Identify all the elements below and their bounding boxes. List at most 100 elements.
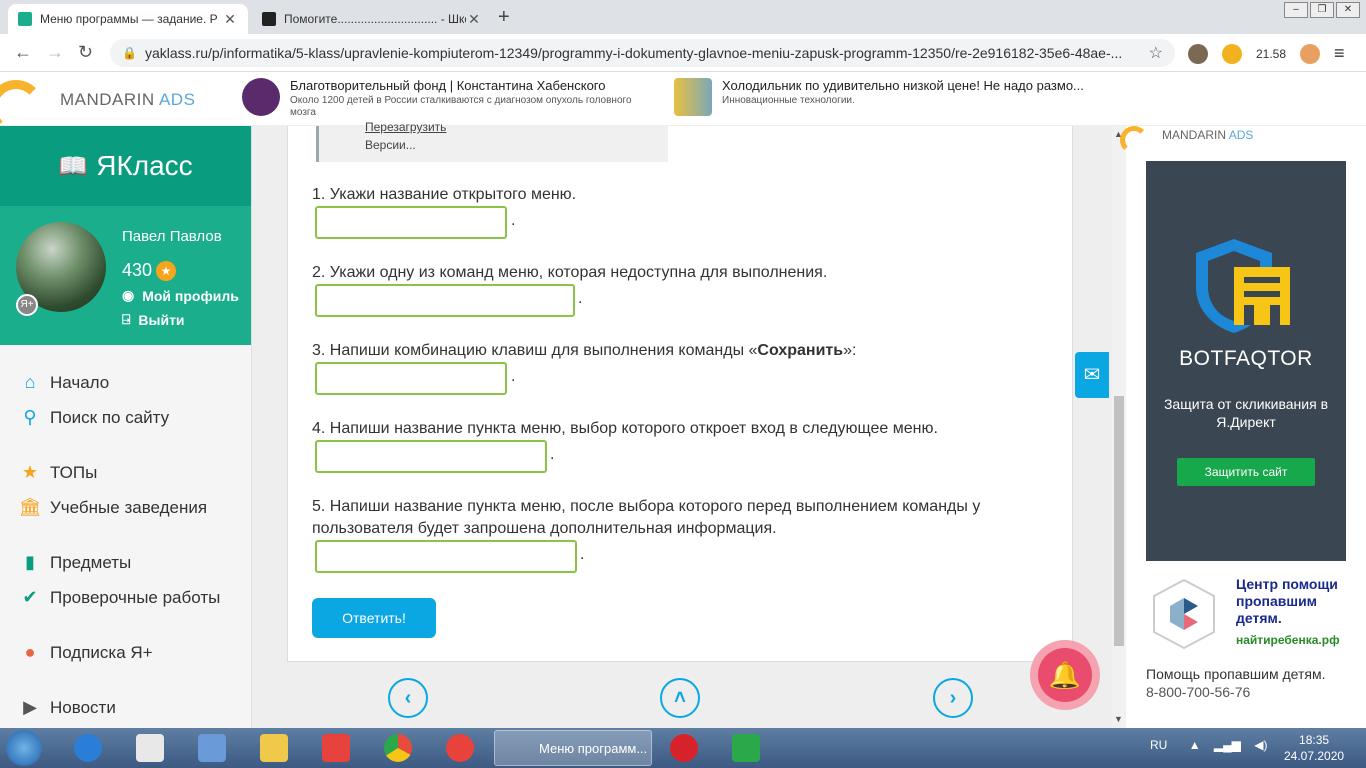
- coin-icon[interactable]: [1222, 43, 1242, 64]
- botfaqtor-subtitle: Защита от скликивания в Я.Директ: [1163, 396, 1329, 430]
- logout-icon: ⍈: [122, 311, 131, 327]
- mandarin-logo-icon: [1120, 126, 1148, 154]
- shield-icon: [1196, 239, 1290, 333]
- answer-input-5[interactable]: [315, 540, 577, 573]
- sidebar-item-home[interactable]: ⌂ Начало: [0, 365, 251, 400]
- answer-input-4[interactable]: [315, 440, 547, 473]
- sidebar-item-label: Подписка Я+: [50, 642, 153, 662]
- word-icon[interactable]: [136, 734, 164, 762]
- address-bar[interactable]: 🔒 yaklass.ru/p/informatika/5-klass/uprav…: [110, 39, 1175, 67]
- maximize-icon[interactable]: ❐: [1310, 2, 1334, 18]
- scrollbar-thumb[interactable]: [1114, 396, 1124, 646]
- start-button[interactable]: [6, 730, 42, 766]
- extension-icon[interactable]: [1188, 43, 1208, 64]
- sidebar-item-search[interactable]: ⚲ Поиск по сайту: [0, 400, 251, 435]
- yaklass-logo[interactable]: 📖 ЯКласс: [0, 126, 251, 206]
- clock-date: 24.07.2020: [1284, 749, 1345, 763]
- system-clock[interactable]: 18:35 24.07.2020: [1284, 732, 1344, 764]
- reload-icon[interactable]: ↻: [78, 42, 93, 63]
- logo-text-accent: ADS: [158, 90, 196, 109]
- question-4: 4. Напиши название пункта меню, выбор ко…: [312, 420, 938, 437]
- window-controls: – ❐ ✕: [1284, 2, 1360, 18]
- protect-site-button[interactable]: Защитить сайт: [1177, 458, 1315, 486]
- browser-toolbar: ← → ↻ 🔒 yaklass.ru/p/informatika/5-klass…: [0, 34, 1366, 72]
- folder-icon[interactable]: [260, 734, 288, 762]
- answer-input-3[interactable]: [315, 362, 507, 395]
- sidebar-item-schools[interactable]: 🏛 Учебные заведения: [0, 490, 251, 525]
- sidebar-item-label: ТОПы: [50, 462, 98, 482]
- ad-khabensky[interactable]: Благотворительный фонд | Константина Хаб…: [242, 78, 652, 119]
- logo-text-accent: ADS: [1228, 128, 1254, 142]
- yandex-icon[interactable]: [446, 734, 474, 762]
- tab-school[interactable]: Помогите.............................. -…: [252, 4, 492, 34]
- context-menu-item: Версии...: [365, 138, 416, 152]
- tab-close-icon[interactable]: ✕: [222, 11, 238, 28]
- user-name: Павел Павлов: [122, 228, 222, 245]
- plus-icon[interactable]: +: [498, 6, 510, 29]
- taskbar-active-window[interactable]: Меню программ...: [494, 730, 652, 766]
- mail-icon[interactable]: ✉: [1075, 352, 1109, 398]
- chrome-icon[interactable]: [384, 734, 412, 762]
- search-icon: ⚲: [23, 407, 37, 427]
- answer-input-2[interactable]: [315, 284, 575, 317]
- period: .: [578, 290, 583, 307]
- answer-input-1[interactable]: [315, 206, 507, 239]
- sidebar-item-subscription[interactable]: ● Подписка Я+: [0, 635, 251, 670]
- video-player-icon[interactable]: [732, 734, 760, 762]
- sidebar-item-news[interactable]: ▶ Новости: [0, 690, 251, 725]
- prev-page-button[interactable]: ‹: [388, 678, 428, 718]
- yandex-browser-icon[interactable]: [322, 734, 350, 762]
- bookmark-star-icon[interactable]: ☆: [1149, 43, 1163, 63]
- close-icon[interactable]: ✕: [1336, 2, 1360, 18]
- back-icon[interactable]: ←: [14, 42, 32, 63]
- next-page-button[interactable]: ›: [933, 678, 973, 718]
- period: .: [580, 546, 585, 563]
- question-3: 3. Напиши комбинацию клавиш для выполнен…: [312, 340, 1052, 362]
- right-ad-column: MANDARIN ADS BOTFAQTOR Защита от скликив…: [1120, 126, 1366, 728]
- ad-image: [674, 78, 712, 116]
- scroll-up-button[interactable]: ˄: [660, 678, 700, 718]
- star-icon: ★: [21, 462, 39, 482]
- opera-icon[interactable]: [670, 734, 698, 762]
- network-icon[interactable]: ▂▄▆: [1214, 738, 1241, 752]
- home-icon: ⌂: [24, 372, 36, 392]
- menu-icon[interactable]: ≡: [1334, 43, 1345, 64]
- sidebar-item-tops[interactable]: ★ ТОПы: [0, 455, 251, 490]
- tab-close-icon[interactable]: ✕: [466, 11, 482, 28]
- ad-title: Благотворительный фонд | Константина Хаб…: [290, 78, 606, 93]
- sidebar-item-tests[interactable]: ✔ Проверочные работы: [0, 580, 251, 615]
- profile-link[interactable]: ◉ Мой профиль: [122, 287, 239, 304]
- ad-fridge[interactable]: Холодильник по удивительно низкой цене! …: [674, 78, 1094, 116]
- sidebar-item-label: Учебные заведения: [50, 497, 208, 517]
- browser-tab-strip: Меню программы — задание. Р ✕ Помогите..…: [0, 0, 1366, 34]
- botfaqtor-ad[interactable]: BOTFAQTOR Защита от скликивания в Я.Дире…: [1146, 161, 1346, 561]
- scroll-down-arrow-icon[interactable]: ▼: [1114, 714, 1123, 724]
- extension-icon[interactable]: [1300, 43, 1321, 64]
- minimize-icon[interactable]: –: [1284, 2, 1308, 18]
- logout-link[interactable]: ⍈ Выйти: [122, 311, 185, 328]
- cpp-title[interactable]: Центр помощи пропавшим детям.: [1236, 576, 1356, 627]
- question-5: 5. Напиши название пункта меню, после вы…: [312, 498, 981, 537]
- url-text: yaklass.ru/p/informatika/5-klass/upravle…: [144, 45, 1123, 61]
- notification-bell-button[interactable]: 🔔: [1030, 640, 1100, 710]
- cpp-link[interactable]: найтиребенка.рф: [1236, 633, 1340, 647]
- context-menu-image: Перезагрузить Версии...: [316, 120, 668, 162]
- page-scrollbar[interactable]: ▲ ▼: [1112, 126, 1126, 728]
- tray-arrow-icon[interactable]: ▲: [1189, 738, 1201, 752]
- sidebar-item-subjects[interactable]: ▮ Предметы: [0, 545, 251, 580]
- period: .: [511, 368, 516, 385]
- profile-link-label: Мой профиль: [142, 287, 239, 304]
- sidebar-item-label: Предметы: [50, 552, 132, 572]
- volume-icon[interactable]: ◀): [1254, 738, 1267, 752]
- mandarin-ads-logo[interactable]: MANDARIN ADS: [60, 90, 195, 110]
- mandarin-ads-logo[interactable]: MANDARIN ADS: [1162, 128, 1253, 142]
- book-icon: 📖: [58, 152, 89, 180]
- media-player-icon[interactable]: [198, 734, 226, 762]
- forward-icon[interactable]: →: [46, 42, 64, 63]
- language-indicator[interactable]: RU: [1150, 738, 1167, 752]
- sidebar-menu: ⌂ Начало ⚲ Поиск по сайту ★ ТОПы 🏛 Учебные з…: [0, 345, 251, 725]
- ie-icon[interactable]: [74, 734, 102, 762]
- lock-icon: 🔒: [122, 46, 137, 60]
- tab-active[interactable]: Меню программы — задание. Р ✕: [8, 4, 248, 34]
- submit-button[interactable]: Ответить!: [312, 598, 436, 638]
